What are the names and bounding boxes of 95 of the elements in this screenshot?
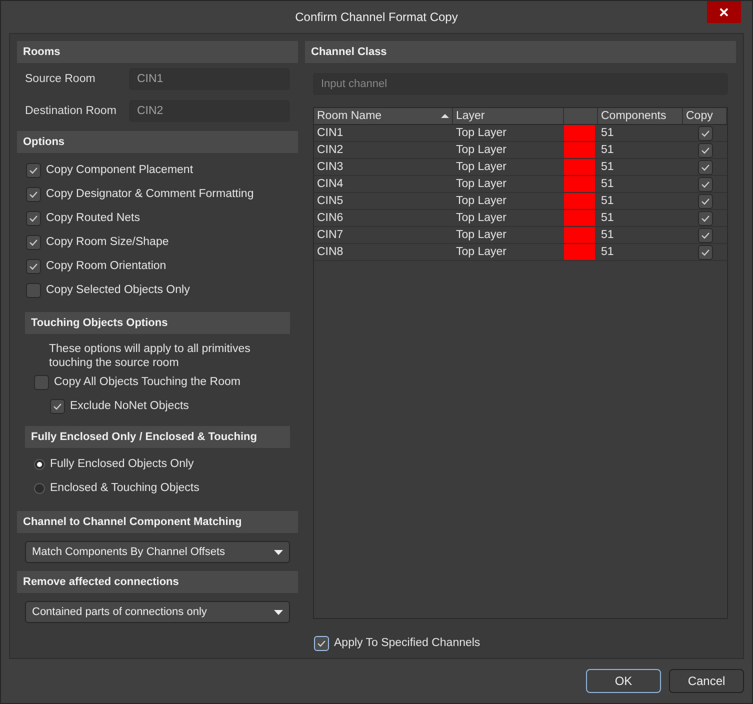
- table-cell-text: 51: [600, 245, 615, 260]
- section-heading: Remove affected connections: [17, 571, 298, 593]
- check-icon: [700, 146, 710, 154]
- checkbox[interactable]: [698, 228, 712, 242]
- checkbox[interactable]: [698, 194, 712, 208]
- checkbox[interactable]: [34, 374, 49, 390]
- check-icon: [29, 190, 38, 198]
- option-label: Enclosed & Touching Objects: [50, 482, 200, 494]
- section-heading: Channel Class: [305, 41, 736, 63]
- radio-button[interactable]: [34, 458, 45, 470]
- table-cell-text: Top Layer: [455, 143, 508, 158]
- radio-button[interactable]: [34, 482, 45, 494]
- table-cell-text: CIN1: [316, 126, 344, 141]
- check-icon: [29, 166, 38, 174]
- column-header[interactable]: Copy: [683, 108, 727, 124]
- table-cell-text: CIN6: [316, 211, 344, 226]
- check-icon: [700, 214, 710, 222]
- table-cell-text: 51: [600, 177, 615, 192]
- checkbox[interactable]: [698, 142, 712, 158]
- note-text: These options will apply to all primitives touching the source room: [48, 342, 252, 370]
- checkbox[interactable]: [26, 210, 41, 226]
- table-cell-text: Top Layer: [455, 211, 508, 226]
- connections-dropdown[interactable]: Contained parts of connections only: [25, 601, 290, 623]
- table-cell-text: 51: [600, 160, 615, 175]
- option-label: Copy Component Placement: [46, 164, 194, 176]
- option-label: Copy All Objects Touching the Room: [54, 376, 240, 388]
- column-header[interactable]: Layer: [453, 108, 564, 124]
- ok-button[interactable]: OK: [586, 669, 661, 693]
- close-button[interactable]: ✕: [707, 1, 741, 23]
- checkbox[interactable]: [698, 126, 712, 140]
- checkbox[interactable]: [314, 636, 329, 650]
- column-header[interactable]: Room Name: [314, 108, 453, 124]
- check-icon: [700, 130, 710, 136]
- column-header[interactable]: Components: [598, 108, 683, 124]
- check-icon: [700, 232, 710, 238]
- table-cell-text: 51: [600, 143, 615, 158]
- checkbox[interactable]: [698, 160, 712, 174]
- section-heading: Touching Objects Options: [25, 312, 290, 334]
- checkbox[interactable]: [26, 162, 41, 178]
- check-icon: [29, 214, 38, 222]
- table-cell-text: 51: [600, 194, 615, 209]
- table-cell-text: Top Layer: [455, 126, 508, 141]
- matching-dropdown[interactable]: Match Components By Channel Offsets: [25, 541, 290, 563]
- table-cell-text: CIN4: [316, 177, 344, 192]
- table-cell-text: Top Layer: [455, 245, 508, 260]
- section-heading: Options: [17, 131, 298, 153]
- table-cell-text: CIN3: [316, 160, 344, 175]
- checkbox[interactable]: [698, 210, 712, 226]
- table-cell-text: 51: [600, 126, 615, 141]
- section-heading: Rooms: [17, 41, 298, 63]
- table-cell-text: CIN2: [316, 143, 344, 158]
- checkbox[interactable]: [26, 282, 41, 298]
- table-cell-text: CIN7: [316, 228, 344, 243]
- check-icon: [700, 164, 710, 170]
- check-icon: [317, 640, 326, 646]
- table-cell-text: Top Layer: [455, 228, 508, 243]
- channel-class-field[interactable]: Input channel: [313, 73, 728, 95]
- checkbox[interactable]: [26, 186, 41, 202]
- option-label: Copy Selected Objects Only: [46, 284, 190, 296]
- checkbox[interactable]: [50, 398, 65, 414]
- room-field[interactable]: CIN1: [129, 68, 290, 90]
- table-cell-text: CIN5: [316, 194, 344, 209]
- checkbox[interactable]: [26, 258, 41, 274]
- table-cell-text: Top Layer: [455, 194, 508, 209]
- room-field[interactable]: CIN2: [129, 100, 290, 122]
- check-icon: [53, 402, 62, 410]
- option-label: Apply To Specified Channels: [334, 637, 480, 649]
- check-icon: [700, 248, 710, 256]
- section-heading: Channel to Channel Component Matching: [17, 511, 298, 533]
- option-label: Copy Room Size/Shape: [46, 236, 169, 248]
- check-icon: [700, 198, 710, 204]
- sort-arrow-icon: [441, 114, 449, 118]
- table-cell-text: CIN8: [316, 245, 344, 260]
- field-label: Destination Room: [25, 105, 118, 117]
- table-cell-text: Top Layer: [455, 160, 508, 175]
- option-label: Copy Routed Nets: [46, 212, 140, 224]
- caret-icon: [274, 550, 283, 554]
- caret-icon: [274, 610, 283, 614]
- checkbox[interactable]: [26, 234, 41, 250]
- field-label: Source Room: [25, 73, 96, 85]
- checkbox[interactable]: [698, 176, 712, 192]
- check-icon: [29, 262, 38, 270]
- checkbox[interactable]: [698, 244, 712, 260]
- check-icon: [29, 238, 38, 246]
- cancel-button[interactable]: Cancel: [669, 669, 744, 693]
- option-label: Copy Designator & Comment Formatting: [46, 188, 254, 200]
- option-label: Fully Enclosed Objects Only: [50, 458, 194, 470]
- check-icon: [700, 180, 710, 188]
- section-heading: Fully Enclosed Only / Enclosed & Touching: [25, 426, 290, 448]
- table-cell-text: Top Layer: [455, 177, 508, 192]
- option-label: Exclude NoNet Objects: [70, 400, 189, 412]
- table-cell-text: 51: [600, 228, 615, 243]
- window-title: Confirm Channel Format Copy: [295, 10, 458, 24]
- table-cell-text: 51: [600, 211, 615, 226]
- option-label: Copy Room Orientation: [46, 260, 166, 272]
